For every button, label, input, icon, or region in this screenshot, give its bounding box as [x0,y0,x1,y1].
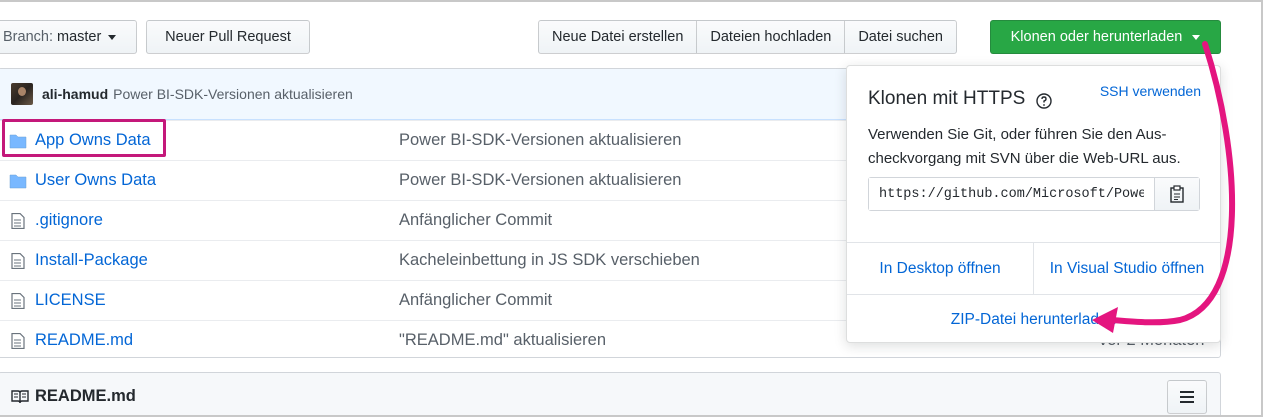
file-name-link[interactable]: User Owns Data [35,171,156,190]
open-in-visual-studio-link[interactable]: In Visual Studio öffnen [1033,243,1220,295]
clone-open-actions: In Desktop öffnen In Visual Studio öffne… [847,242,1220,295]
file-commit-message[interactable]: Kacheleinbettung in JS SDK verschieben [399,251,700,270]
book-icon [11,390,29,404]
file-icon [11,333,25,349]
commit-author[interactable]: ali-hamud [42,86,108,102]
commit-message[interactable]: Power BI-SDK-Versionen aktualisieren [113,86,353,102]
download-zip-link[interactable]: ZIP-Datei herunterladen [847,294,1220,345]
hamburger-icon [1180,391,1194,403]
branch-value: master [56,29,102,45]
file-name-link[interactable]: Install-Package [35,251,148,270]
clone-dropdown: Klonen mit HTTPS SSH verwenden Verwenden… [846,65,1221,343]
file-commit-message[interactable]: Anfänglicher Commit [399,211,552,230]
copy-url-button[interactable] [1154,178,1199,210]
find-file-button[interactable]: Datei suchen [844,20,957,54]
branch-label: Branch: [3,29,53,45]
clone-download-button[interactable]: Klonen oder herunterladen [990,20,1221,54]
open-in-desktop-link[interactable]: In Desktop öffnen [847,243,1033,295]
file-commit-message[interactable]: "README.md" aktualisieren [399,331,606,350]
file-commit-message[interactable]: Power BI-SDK-Versionen aktualisieren [399,171,681,190]
repo-page: Branch: master Neuer Pull Request Neue D… [0,0,1263,417]
file-icon [11,213,25,229]
file-commit-message[interactable]: Power BI-SDK-Versionen aktualisieren [399,131,681,150]
use-ssh-link[interactable]: SSH verwenden [1100,83,1201,99]
file-name-link[interactable]: README.md [35,331,133,350]
file-name-link[interactable]: LICENSE [35,291,106,310]
question-icon[interactable] [1036,93,1052,109]
clipboard-icon [1170,185,1184,203]
clone-url-input[interactable] [869,178,1154,210]
readme-title: README.md [35,387,136,405]
highlight-box [2,119,166,157]
clone-download-label: Klonen oder herunterladen [1010,29,1183,45]
clone-url-box [868,177,1200,211]
readme-header: README.md [0,372,1221,415]
chevron-down-icon [108,34,117,40]
file-icon [11,253,25,269]
clone-description: Verwenden Sie Git, oder führen Sie den A… [868,126,1181,167]
branch-selector[interactable]: Branch: master [0,20,137,54]
clone-popup-title: Klonen mit HTTPS [868,88,1026,109]
file-icon [11,293,25,309]
upload-files-button[interactable]: Dateien hochladen [696,20,846,54]
new-pull-request-button[interactable]: Neuer Pull Request [146,20,310,54]
folder-icon [9,174,27,189]
file-actions-group: Neue Datei erstellen Dateien hochladen D… [538,20,957,54]
readme-menu-button[interactable] [1167,380,1207,414]
create-file-button[interactable]: Neue Datei erstellen [538,20,698,54]
chevron-down-icon [1192,34,1201,40]
avatar[interactable] [11,83,33,105]
file-commit-message[interactable]: Anfänglicher Commit [399,291,552,310]
file-name-link[interactable]: .gitignore [35,211,103,230]
